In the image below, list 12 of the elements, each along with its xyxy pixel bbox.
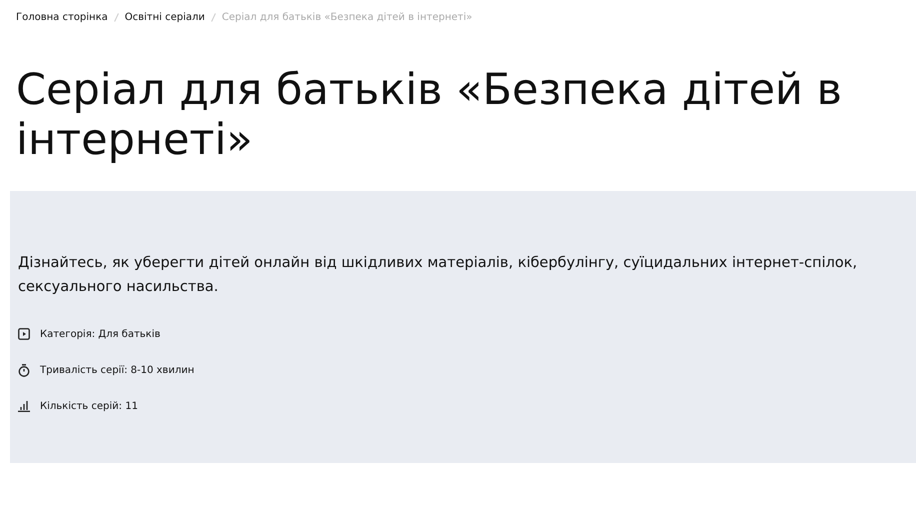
meta-text: Тривалість серії: 8-10 хвилин bbox=[40, 364, 194, 376]
breadcrumb-link[interactable]: Головна сторінка bbox=[16, 12, 108, 23]
breadcrumb-link[interactable]: Освітні серіали bbox=[124, 12, 205, 23]
page-title: Серіал для батьків «Безпека дітей в інтернеті» bbox=[16, 65, 843, 165]
meta-text: Кількість серій: 11 bbox=[40, 400, 138, 412]
current-page-text: Серіал для батьків «Безпека дітей в інтернеті» bbox=[222, 12, 472, 23]
play-icon bbox=[18, 328, 30, 340]
meta-text: Категорія: Для батьків bbox=[40, 328, 160, 340]
breadcrumb-separator-icon bbox=[211, 13, 216, 22]
bar-chart-icon bbox=[18, 400, 30, 412]
stopwatch-icon bbox=[18, 364, 30, 376]
description-text: Дізнайтесь, як уберегти дітей онлайн від шкідливих матеріалів, кібербулінгу, суїцидальних інтернет-спілок, сексуального насильства. bbox=[18, 254, 858, 297]
